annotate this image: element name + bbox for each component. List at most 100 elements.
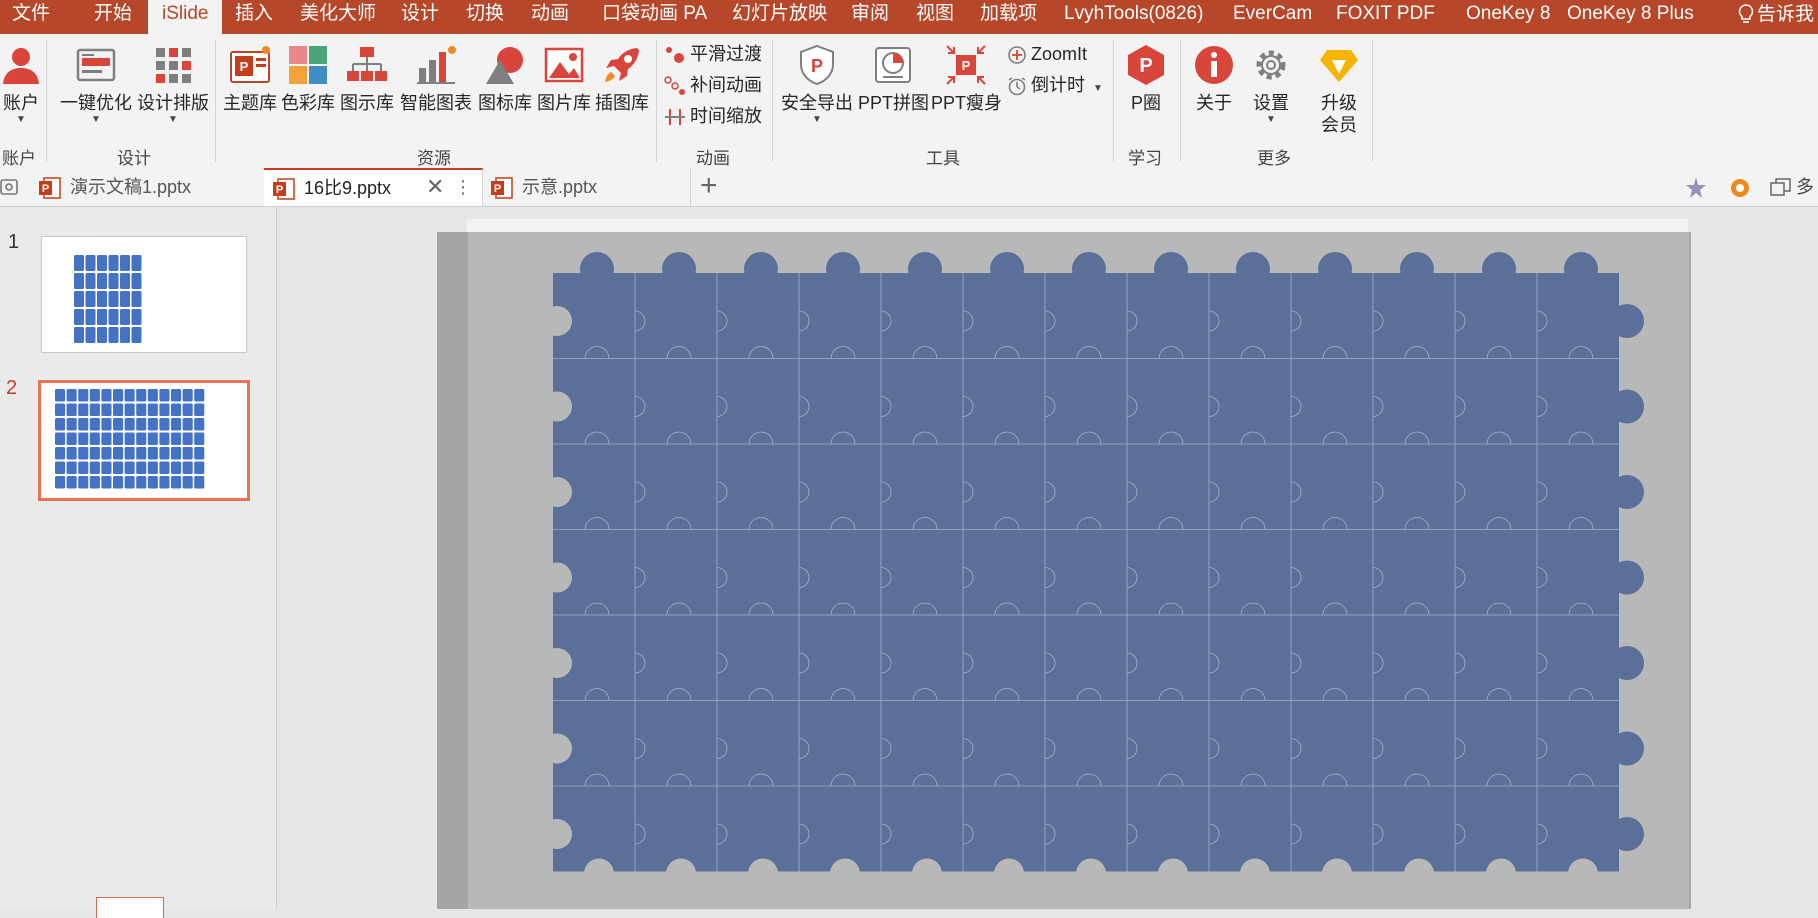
thumb-puzzle-piece (194, 403, 205, 416)
window-restore-icon[interactable] (1770, 177, 1792, 202)
thumb-puzzle-piece (136, 461, 147, 474)
tell-me-label: 告诉我 (1756, 4, 1814, 25)
menu-transitions[interactable]: 切换 (466, 0, 504, 34)
menu-insert[interactable]: 插入 (235, 0, 273, 34)
alarm-clock-icon (1008, 77, 1026, 96)
add-tab-button[interactable]: + (700, 168, 718, 206)
thumb-puzzle-piece (89, 389, 100, 402)
thumb-puzzle-piece (66, 389, 77, 402)
illustration-library-button[interactable]: 插图库 (594, 44, 650, 114)
menu-home[interactable]: 开始 (94, 0, 132, 34)
sparkle-icon[interactable] (1684, 176, 1708, 205)
thumb-puzzle-piece (97, 255, 107, 271)
account-button[interactable]: 账户 ▼ (0, 44, 42, 126)
upgrade-member-button[interactable]: 升级 会员 (1310, 44, 1368, 136)
smooth-transition-button[interactable]: 平滑过渡 (664, 41, 762, 67)
tab-presentation1[interactable]: P 演示文稿1.pptx (30, 168, 271, 206)
secure-export-button[interactable]: P 安全导出 ▼ (780, 44, 854, 126)
menu-beautify-master[interactable]: 美化大师 (300, 0, 376, 34)
image-library-button[interactable]: 图片库 (536, 44, 592, 114)
puzzle-right-knob (1610, 389, 1644, 424)
thumb-puzzle-piece (182, 389, 193, 402)
thumb-puzzle-piece (182, 418, 193, 431)
thumb-puzzle-piece (171, 403, 182, 416)
puzzle-bottom-socket (912, 858, 942, 889)
tab-16x9[interactable]: P 16比9.pptx ✕ ⋮ (264, 168, 483, 206)
thumb-puzzle-piece (89, 418, 100, 431)
thumb-puzzle-piece (124, 432, 135, 445)
thumb-puzzle-piece (171, 418, 182, 431)
menu-view[interactable]: 视图 (916, 0, 954, 34)
more-windows-label[interactable]: 多 (1796, 168, 1814, 206)
tab-label: 16比9.pptx (304, 178, 392, 198)
ppt-slim-button[interactable]: P PPT瘦身 (931, 44, 1002, 114)
slide-thumbnail-2[interactable] (38, 380, 250, 501)
thumb-puzzle-piece (159, 432, 170, 445)
image-library-label: 图片库 (537, 93, 591, 113)
menu-foxit-pdf[interactable]: FOXIT PDF (1336, 0, 1435, 34)
p-circle-label: P圈 (1130, 93, 1161, 113)
puzzle-top-knob (1482, 252, 1516, 286)
menu-islide[interactable]: iSlide (148, 0, 223, 34)
design-layout-button[interactable]: 设计排版 ▼ (137, 44, 209, 126)
menu-onekey8-plus[interactable]: OneKey 8 Plus (1567, 0, 1694, 34)
menu-animations[interactable]: 动画 (531, 0, 569, 34)
puzzle-bottom-socket (584, 858, 614, 889)
tween-animation-button[interactable]: 补间动画 (664, 72, 762, 98)
menu-lvyhtools[interactable]: LvyhTools(0826) (1064, 0, 1203, 34)
menu-review[interactable]: 审阅 (851, 0, 889, 34)
puzzle-top-knob (1236, 252, 1270, 286)
thumb-puzzle-piece (101, 447, 112, 460)
tell-me-search[interactable]: 告诉我 (1738, 0, 1814, 34)
slide-thumbnail-pane: 1 2 (0, 207, 277, 918)
time-scale-button[interactable]: 时间缩放 (664, 103, 762, 129)
settings-button[interactable]: 设置 ▼ (1247, 44, 1295, 126)
thumb-puzzle-piece (194, 418, 205, 431)
more-options-icon[interactable]: ⋮ (454, 169, 472, 205)
about-button[interactable]: 关于 (1190, 44, 1238, 114)
color-library-button[interactable]: 色彩库 (280, 44, 336, 114)
tab-schematic[interactable]: P 示意.pptx (482, 168, 691, 206)
menu-onekey8[interactable]: OneKey 8 (1466, 0, 1551, 34)
menu-file[interactable]: 文件 (12, 0, 50, 34)
tab-list-icon[interactable] (0, 177, 22, 202)
thumb-puzzle-piece (124, 418, 135, 431)
p-circle-button[interactable]: P P圈 (1120, 44, 1172, 114)
thumb-puzzle-piece (108, 255, 119, 271)
menu-design[interactable]: 设计 (401, 0, 439, 34)
about-label: 关于 (1196, 93, 1232, 113)
theme-library-button[interactable]: P 主题库 (222, 44, 278, 114)
ppt-collage-button[interactable]: PPT拼图 (858, 44, 929, 114)
thumb-puzzle-piece (113, 461, 124, 474)
thumb-puzzle-piece (55, 461, 66, 474)
new-slide-button[interactable] (96, 897, 164, 918)
flower-icon[interactable] (1728, 176, 1752, 205)
thumb-puzzle-piece (124, 389, 135, 402)
one-click-optimize-button[interactable]: 一键优化 ▼ (58, 44, 134, 126)
thumb-puzzle-piece (89, 476, 100, 489)
smart-chart-button[interactable]: 智能图表 (399, 44, 473, 114)
bar-chart-icon (417, 46, 456, 84)
menu-slideshow[interactable]: 幻灯片放映 (732, 0, 827, 34)
icon-library-button[interactable]: 图标库 (477, 44, 533, 114)
thumb-puzzle-piece (124, 461, 135, 474)
menu-pocket-animation[interactable]: 口袋动画 PA (602, 0, 707, 34)
chevron-down-icon: ▼ (1266, 114, 1276, 125)
thumb-puzzle-piece (159, 447, 170, 460)
slide-stage[interactable] (277, 207, 1818, 909)
countdown-button[interactable]: 倒计时 ▼ (1007, 72, 1103, 98)
smooth-transition-icon (666, 47, 684, 64)
close-icon[interactable]: ✕ (426, 169, 444, 205)
thumb-puzzle-piece (74, 291, 84, 307)
menu-evercam[interactable]: EverCam (1233, 0, 1312, 34)
thumb-puzzle-piece (108, 327, 119, 343)
diagram-library-button[interactable]: 图示库 (339, 44, 395, 114)
puzzle-top-knob (744, 252, 778, 286)
thumb-puzzle-piece (159, 418, 170, 431)
thumb-puzzle-piece (108, 273, 119, 289)
slide-thumbnail-1[interactable] (41, 236, 247, 353)
thumb-puzzle-piece (120, 255, 130, 271)
menu-addins[interactable]: 加载项 (980, 0, 1037, 34)
zoomit-button[interactable]: ZoomIt (1007, 41, 1087, 67)
illustration-library-label: 插图库 (595, 93, 649, 113)
